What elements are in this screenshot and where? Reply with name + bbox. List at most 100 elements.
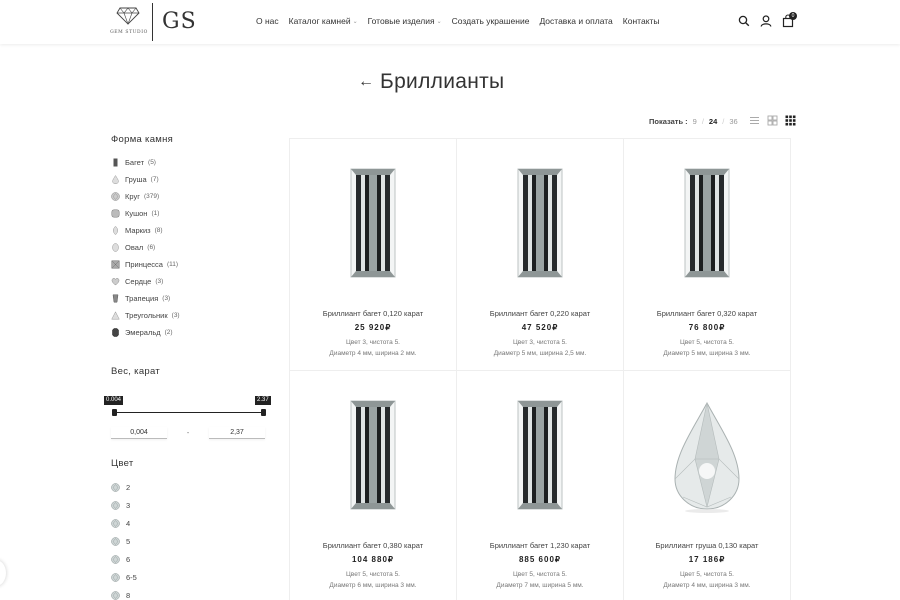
color-filter-5[interactable]: 5 xyxy=(111,532,271,550)
nav-label: Готовые изделия xyxy=(367,16,435,26)
nav-label: Контакты xyxy=(622,16,660,26)
product-price: 17 186₽ xyxy=(688,555,726,564)
slider-min-handle[interactable] xyxy=(112,409,117,416)
shape-filter-marquise[interactable]: Маркиз (8) xyxy=(111,222,271,239)
shape-label: Круг xyxy=(125,192,140,201)
color-label: 4 xyxy=(126,518,131,528)
color-label: 3 xyxy=(126,500,131,510)
heart-shape-icon xyxy=(111,278,120,286)
diamond-logo-icon xyxy=(116,7,140,25)
grid-2-icon[interactable] xyxy=(767,115,778,126)
shape-filter-title: Форма камня xyxy=(111,134,174,145)
marquise-shape-icon xyxy=(113,226,118,235)
color-label: 2 xyxy=(126,482,131,492)
shape-count: (3) xyxy=(155,278,164,285)
per-page-option-36[interactable]: 36 xyxy=(729,117,737,126)
color-filter-8[interactable]: 8 xyxy=(111,586,271,600)
product-price: 885 600₽ xyxy=(518,555,561,564)
product-spec-color: Цвет 5, чистота 5. xyxy=(680,571,734,578)
product-spec-color: Цвет 5, чистота 5. xyxy=(680,339,734,346)
nav-item-catalog[interactable]: Каталог камней ⌄ xyxy=(289,16,358,26)
logo-divider xyxy=(152,3,153,41)
back-arrow-icon[interactable]: ← xyxy=(358,74,374,90)
color-filter: Цвет 2 3 4 5 6 6-5 8 xyxy=(111,458,271,600)
baguette-diamond-image xyxy=(517,400,563,510)
user-icon[interactable] xyxy=(760,14,772,28)
color-filter-2[interactable]: 2 xyxy=(111,478,271,496)
site-logo[interactable]: GEM STUDIO GS xyxy=(108,3,198,41)
product-card[interactable]: Бриллиант багет 0,220 карат 47 520₽ Цвет… xyxy=(457,139,624,371)
shape-label: Овал xyxy=(125,243,144,252)
color-label: 5 xyxy=(126,536,131,546)
shape-filter-heart[interactable]: Сердце (3) xyxy=(111,273,271,290)
shape-filter-emerald[interactable]: Эмеральд (2) xyxy=(111,324,271,341)
diamond-color-icon xyxy=(111,554,120,564)
shape-count: (8) xyxy=(154,227,163,234)
nav-item-create[interactable]: Создать украшение xyxy=(452,16,530,26)
product-card[interactable]: Бриллиант груша 0,130 карат 17 186₽ Цвет… xyxy=(624,371,791,600)
slider-max-handle[interactable] xyxy=(261,409,266,416)
shape-label: Треугольник xyxy=(125,311,168,320)
shape-count: (7) xyxy=(150,176,159,183)
cart-count-badge: 0 xyxy=(789,12,797,20)
color-label: 8 xyxy=(126,590,131,600)
product-card[interactable]: Бриллиант багет 0,120 карат 25 920₽ Цвет… xyxy=(290,139,457,371)
color-filter-6-5[interactable]: 6-5 xyxy=(111,568,271,586)
weight-max-input[interactable] xyxy=(209,427,265,439)
product-spec-size: Диаметр 4 мм, ширина 2 мм. xyxy=(329,350,417,357)
cart-button[interactable]: 0 xyxy=(782,12,797,28)
product-name[interactable]: Бриллиант багет 0,120 карат xyxy=(290,309,456,318)
shape-filter-oval[interactable]: Овал (6) xyxy=(111,239,271,256)
triangle-shape-icon xyxy=(111,311,120,320)
product-card[interactable]: Бриллиант багет 1,230 карат 885 600₽ Цве… xyxy=(457,371,624,600)
shape-filter-trapeze[interactable]: Трапеция (3) xyxy=(111,290,271,307)
shape-filter-baguette[interactable]: Багет (5) xyxy=(111,154,271,171)
site-header: GEM STUDIO GS О нас Каталог камней ⌄ Гото… xyxy=(0,0,900,44)
baguette-shape-icon xyxy=(113,158,118,167)
main-nav: О нас Каталог камней ⌄ Готовые изделия ⌄ С… xyxy=(256,16,660,26)
header-actions: 0 xyxy=(738,12,797,28)
product-name[interactable]: Бриллиант груша 0,130 карат xyxy=(624,541,790,550)
diamond-color-icon xyxy=(111,482,120,492)
slider-max-tooltip: 2.37 xyxy=(255,396,271,405)
side-widget-button[interactable] xyxy=(0,560,6,586)
filter-sidebar: Форма камня Багет (5) Груша (7) Круг (37… xyxy=(104,134,271,600)
weight-range-slider[interactable]: 0.004 2.37 xyxy=(104,387,271,423)
product-name[interactable]: Бриллиант багет 0,220 карат xyxy=(457,309,623,318)
shape-filter-round[interactable]: Круг (379) xyxy=(111,188,271,205)
shape-filter-triangle[interactable]: Треугольник (3) xyxy=(111,307,271,324)
shape-filter-list: Багет (5) Груша (7) Круг (379) Кушон (1)… xyxy=(111,154,271,341)
shape-count: (5) xyxy=(148,159,156,166)
shape-label: Сердце xyxy=(125,277,152,286)
shape-filter-pear[interactable]: Груша (7) xyxy=(111,171,271,188)
color-filter-4[interactable]: 4 xyxy=(111,514,271,532)
search-icon[interactable] xyxy=(738,14,750,28)
color-filter-6[interactable]: 6 xyxy=(111,550,271,568)
weight-min-input[interactable] xyxy=(111,427,167,439)
product-spec-size: Диаметр 6 мм, ширина 3 мм. xyxy=(329,582,417,589)
nav-item-delivery[interactable]: Доставка и оплата xyxy=(539,16,612,26)
list-view-icon[interactable] xyxy=(749,115,760,126)
nav-item-about[interactable]: О нас xyxy=(256,16,279,26)
per-page-option-9[interactable]: 9 xyxy=(693,117,697,126)
shape-label: Принцесса xyxy=(125,260,163,269)
shape-label: Кушон xyxy=(125,209,148,218)
round-shape-icon xyxy=(111,192,120,201)
diamond-color-icon xyxy=(111,500,120,510)
nav-item-products[interactable]: Готовые изделия ⌄ xyxy=(368,16,442,26)
product-card[interactable]: Бриллиант багет 0,380 карат 104 880₽ Цве… xyxy=(290,371,457,600)
per-page-option-24[interactable]: 24 xyxy=(709,117,717,126)
per-page-separator: / xyxy=(722,117,725,126)
nav-item-contacts[interactable]: Контакты xyxy=(623,16,660,26)
shape-count: (3) xyxy=(162,295,171,302)
shape-filter-cushion[interactable]: Кушон (1) xyxy=(111,205,271,222)
product-name[interactable]: Бриллиант багет 1,230 карат xyxy=(457,541,623,550)
shape-filter-princess[interactable]: Принцесса (11) xyxy=(111,256,271,273)
product-card[interactable]: Бриллиант багет 0,320 карат 76 800₽ Цвет… xyxy=(624,139,791,371)
product-name[interactable]: Бриллиант багет 0,320 карат xyxy=(624,309,790,318)
grid-3-icon[interactable] xyxy=(785,115,796,126)
weight-filter: Вес, карат 0.004 2.37 - xyxy=(104,366,271,439)
color-filter-3[interactable]: 3 xyxy=(111,496,271,514)
nav-label: О нас xyxy=(256,16,279,26)
product-name[interactable]: Бриллиант багет 0,380 карат xyxy=(290,541,456,550)
